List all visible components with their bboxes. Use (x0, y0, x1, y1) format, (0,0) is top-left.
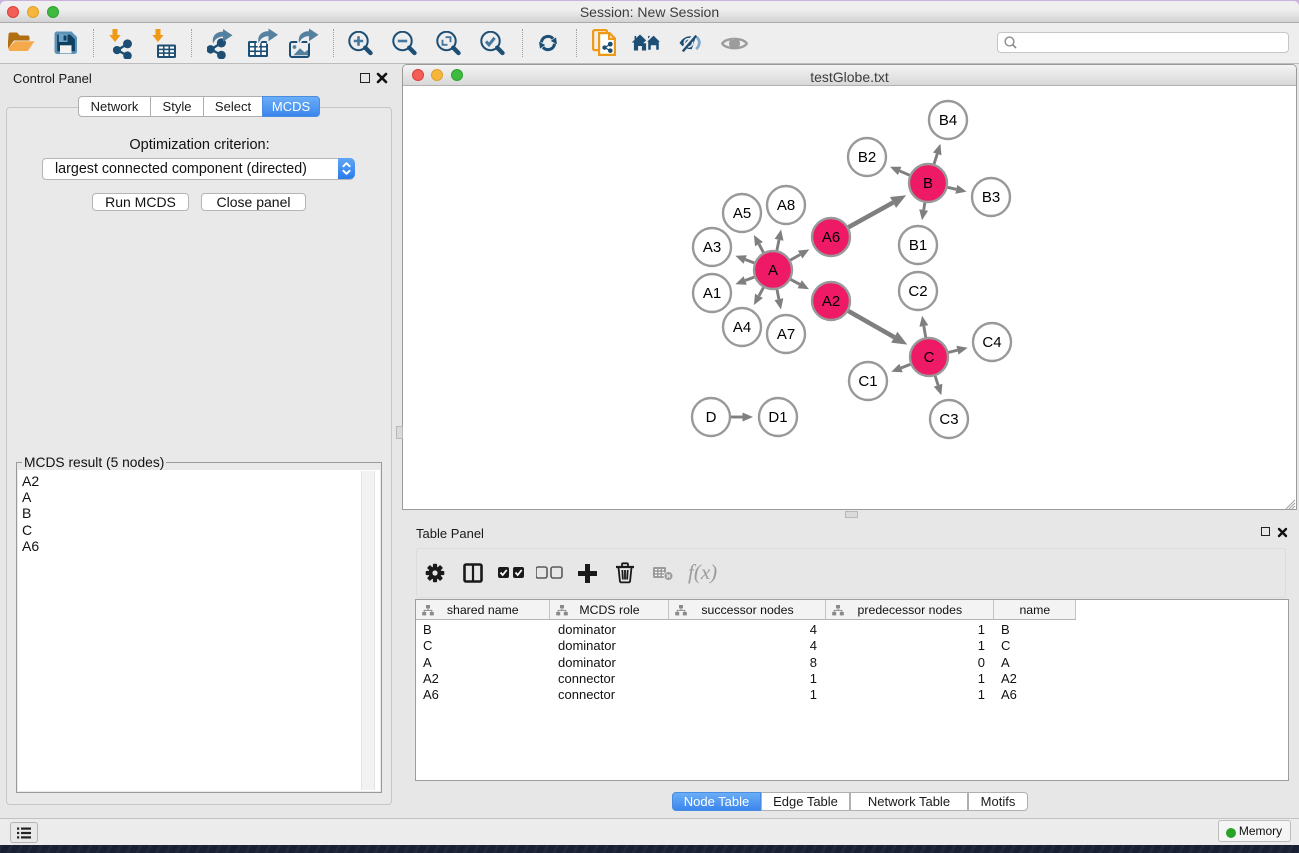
svg-text:D: D (706, 409, 717, 426)
svg-text:B2: B2 (858, 149, 876, 166)
svg-text:B4: B4 (939, 112, 957, 129)
svg-text:A7: A7 (777, 326, 795, 343)
svg-text:A: A (768, 262, 778, 279)
svg-text:C1: C1 (858, 373, 877, 390)
svg-text:B1: B1 (909, 237, 927, 254)
svg-text:C3: C3 (939, 411, 958, 428)
svg-text:C: C (924, 349, 935, 366)
svg-text:C2: C2 (908, 283, 927, 300)
svg-text:A8: A8 (777, 197, 795, 214)
svg-text:B: B (923, 175, 933, 192)
svg-text:D1: D1 (768, 409, 787, 426)
svg-text:A3: A3 (703, 239, 721, 256)
svg-text:A6: A6 (822, 229, 840, 246)
svg-text:B3: B3 (982, 189, 1000, 206)
svg-text:A1: A1 (703, 285, 721, 302)
svg-text:A4: A4 (733, 319, 751, 336)
svg-text:C4: C4 (982, 334, 1001, 351)
svg-text:A2: A2 (822, 293, 840, 310)
svg-text:A5: A5 (733, 205, 751, 222)
